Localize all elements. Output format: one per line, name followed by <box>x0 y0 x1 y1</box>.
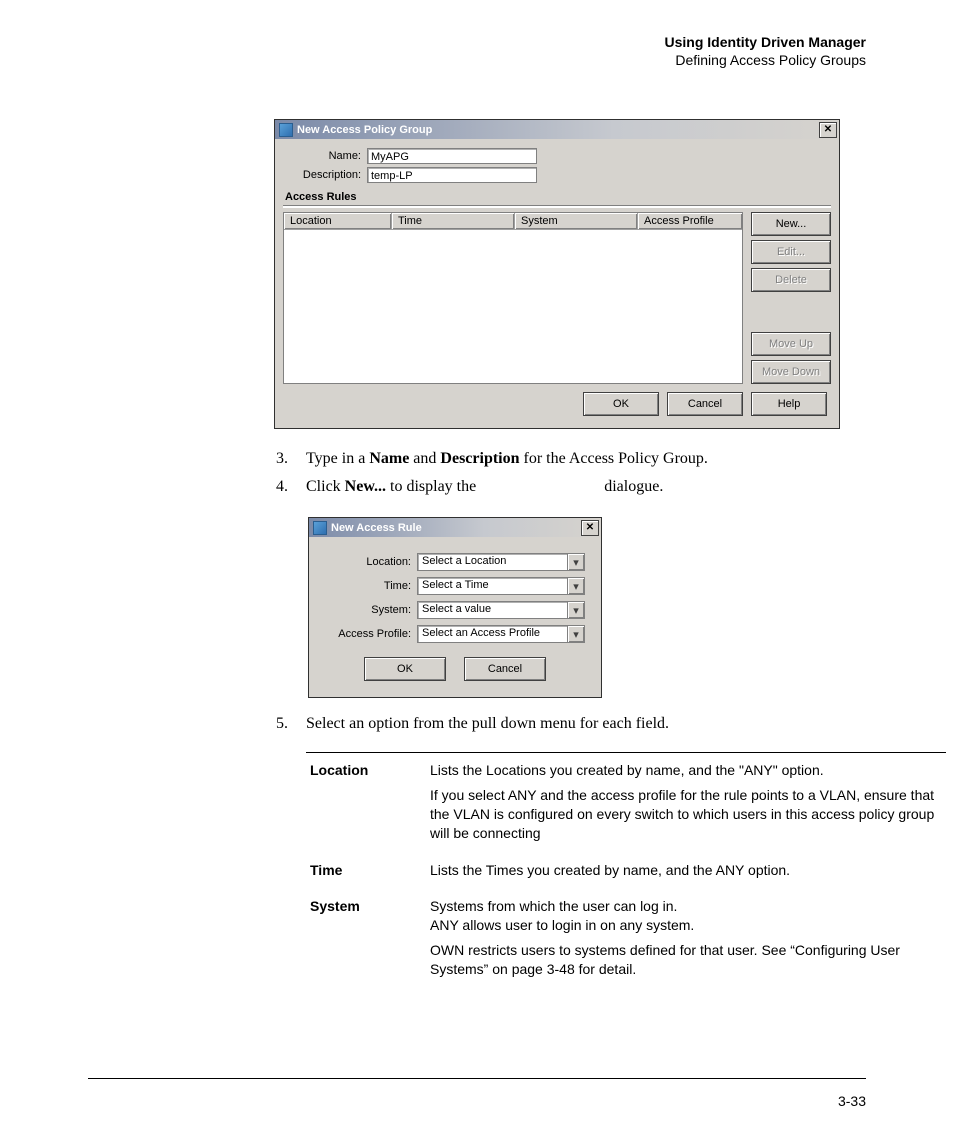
ok-button[interactable]: OK <box>583 392 659 416</box>
page-number: 3-33 <box>838 1093 866 1109</box>
app-icon <box>279 123 293 137</box>
step-number: 5. <box>88 712 306 736</box>
chevron-down-icon[interactable]: ▾ <box>567 626 584 642</box>
close-icon[interactable]: ✕ <box>819 122 837 138</box>
dialog-title: New Access Rule <box>331 522 581 534</box>
ok-button[interactable]: OK <box>364 657 446 681</box>
description-label: Description: <box>283 169 367 181</box>
location-value: Select a Location <box>418 554 567 570</box>
rules-header-row: Location Time System Access Profile <box>284 213 742 230</box>
chevron-down-icon[interactable]: ▾ <box>567 602 584 618</box>
step-number: 4. <box>88 475 306 499</box>
col-location[interactable]: Location <box>284 213 392 229</box>
location-combo[interactable]: Select a Location ▾ <box>417 553 585 571</box>
time-value: Select a Time <box>418 578 567 594</box>
step-number: 3. <box>88 447 306 471</box>
def-term: Location <box>306 761 430 849</box>
page-header-title: Using Identity Driven Manager <box>88 34 866 52</box>
def-row-system: System Systems from which the user can l… <box>306 889 946 989</box>
field-definitions-table: Location Lists the Locations you created… <box>306 752 946 989</box>
system-value: Select a value <box>418 602 567 618</box>
def-term: System <box>306 897 430 985</box>
description-input[interactable]: temp-LP <box>367 167 537 183</box>
def-desc: Systems from which the user can log in. … <box>430 897 946 985</box>
edit-button[interactable]: Edit... <box>751 240 831 264</box>
close-icon[interactable]: ✕ <box>581 520 599 536</box>
col-access-profile[interactable]: Access Profile <box>638 213 742 229</box>
page-header-subtitle: Defining Access Policy Groups <box>88 52 866 70</box>
new-button[interactable]: New... <box>751 212 831 236</box>
def-desc: Lists the Locations you created by name,… <box>430 761 946 849</box>
step-3: 3. Type in a Name and Description for th… <box>88 447 866 471</box>
cancel-button[interactable]: Cancel <box>464 657 546 681</box>
col-time[interactable]: Time <box>392 213 515 229</box>
access-rules-list[interactable]: Location Time System Access Profile <box>283 212 743 384</box>
def-row-time: Time Lists the Times you created by name… <box>306 853 946 890</box>
chevron-down-icon[interactable]: ▾ <box>567 578 584 594</box>
access-profile-label: Access Profile: <box>319 628 417 640</box>
dialog-titlebar: New Access Policy Group ✕ <box>275 120 839 139</box>
page-header: Using Identity Driven Manager Defining A… <box>88 34 866 69</box>
cancel-button[interactable]: Cancel <box>667 392 743 416</box>
time-combo[interactable]: Select a Time ▾ <box>417 577 585 595</box>
step-5: 5. Select an option from the pull down m… <box>88 712 866 736</box>
dialog-title: New Access Policy Group <box>297 124 819 136</box>
dialog-titlebar: New Access Rule ✕ <box>309 518 601 537</box>
access-rules-label: Access Rules <box>285 191 831 203</box>
help-button[interactable]: Help <box>751 392 827 416</box>
access-profile-value: Select an Access Profile <box>418 626 567 642</box>
new-access-policy-group-dialog: New Access Policy Group ✕ Name: MyAPG De… <box>274 119 840 429</box>
def-term: Time <box>306 861 430 886</box>
app-icon <box>313 521 327 535</box>
access-profile-combo[interactable]: Select an Access Profile ▾ <box>417 625 585 643</box>
footer-rule <box>88 1078 866 1079</box>
chevron-down-icon[interactable]: ▾ <box>567 554 584 570</box>
step-4: 4. Click New... to display the dialogue. <box>88 475 866 499</box>
system-label: System: <box>319 604 417 616</box>
name-label: Name: <box>283 150 367 162</box>
def-desc: Lists the Times you created by name, and… <box>430 861 946 886</box>
move-down-button[interactable]: Move Down <box>751 360 831 384</box>
move-up-button[interactable]: Move Up <box>751 332 831 356</box>
time-label: Time: <box>319 580 417 592</box>
new-access-rule-dialog: New Access Rule ✕ Location: Select a Loc… <box>308 517 602 698</box>
col-system[interactable]: System <box>515 213 638 229</box>
location-label: Location: <box>319 556 417 568</box>
def-row-location: Location Lists the Locations you created… <box>306 753 946 853</box>
name-input[interactable]: MyAPG <box>367 148 537 164</box>
system-combo[interactable]: Select a value ▾ <box>417 601 585 619</box>
delete-button[interactable]: Delete <box>751 268 831 292</box>
group-separator <box>283 205 831 208</box>
